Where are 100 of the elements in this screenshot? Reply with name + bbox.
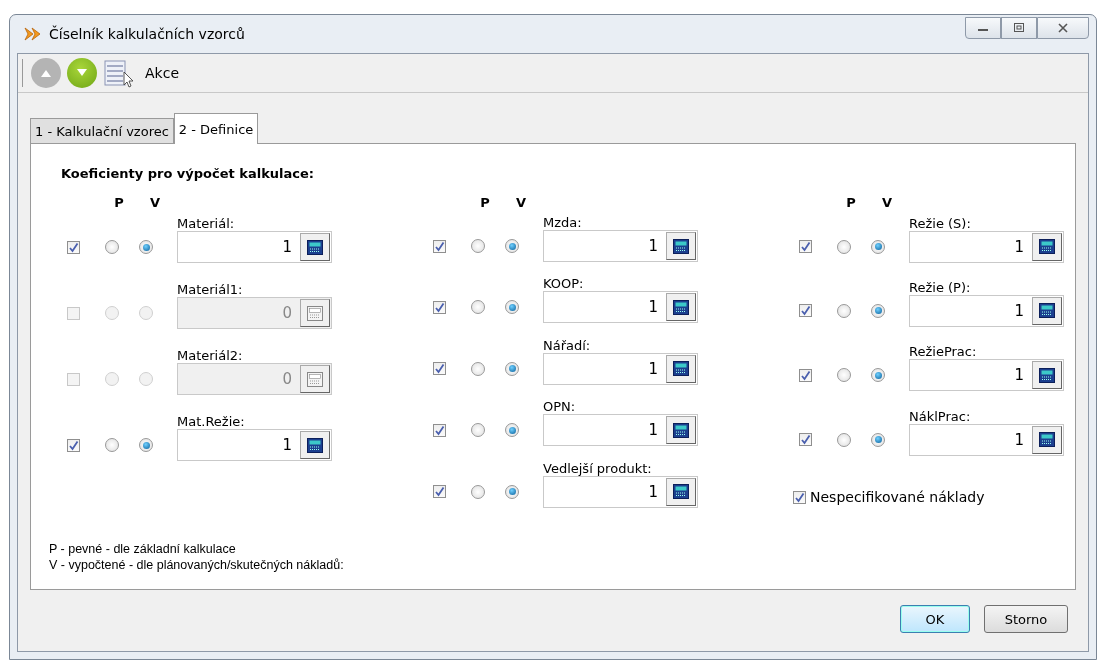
- radio-button[interactable]: [837, 239, 851, 254]
- column-header: V: [514, 195, 528, 210]
- maximize-icon: [1013, 23, 1025, 33]
- legend-text: P - pevné - dle základní kalkulace: [49, 541, 237, 557]
- number-field[interactable]: 1: [177, 231, 332, 263]
- checkbox[interactable]: [799, 368, 812, 382]
- calculator-icon: [1039, 432, 1055, 448]
- checkbox[interactable]: [433, 485, 446, 499]
- number-field[interactable]: 1: [543, 352, 698, 385]
- field-label: Materiál2:: [177, 348, 244, 363]
- field-label: NáklPrac:: [909, 408, 972, 424]
- field-label: Vedlejší produkt:: [543, 460, 653, 476]
- checkbox[interactable]: [433, 362, 446, 376]
- number-field[interactable]: 1: [177, 429, 332, 461]
- field-label: Režie (S):: [909, 215, 972, 231]
- calculator-icon: [1039, 367, 1055, 383]
- radio-button[interactable]: [471, 423, 485, 438]
- radio-button[interactable]: [105, 438, 119, 452]
- checkbox[interactable]: [433, 423, 446, 437]
- legend-text: V - vypočtené - dle plánovaných/skutečných nákladů:: [49, 557, 345, 573]
- calculator-button[interactable]: [666, 477, 696, 506]
- column-header: P: [845, 195, 857, 211]
- calculator-icon: [673, 361, 689, 377]
- radio-button[interactable]: [837, 432, 851, 447]
- calculator-button[interactable]: [666, 232, 696, 260]
- calculator-icon: [307, 305, 323, 321]
- number-field[interactable]: 1: [909, 359, 1064, 392]
- window-title: Číselník kalkulačních vzorců: [49, 26, 245, 42]
- field-label: Režie (P):: [909, 279, 972, 295]
- field-label: Mzda:: [543, 215, 583, 230]
- calculator-button[interactable]: [1032, 361, 1062, 390]
- calculator-icon: [1039, 303, 1055, 319]
- field-label: RežiePrac:: [909, 344, 978, 360]
- calculator-button[interactable]: [1032, 425, 1062, 454]
- calculator-button[interactable]: [300, 431, 330, 459]
- section-title: Koeficienty pro výpočet kalkulace:: [61, 166, 316, 181]
- column-header: V: [880, 195, 894, 211]
- checkbox-label: Nespecifikované náklady: [810, 489, 985, 506]
- field-label: OPN:: [543, 399, 577, 415]
- checkbox[interactable]: [433, 239, 446, 253]
- column-header: P: [113, 195, 125, 211]
- calculator-button[interactable]: [666, 293, 696, 322]
- radio-button[interactable]: [471, 300, 485, 315]
- number-field[interactable]: 1: [543, 475, 698, 508]
- checkbox[interactable]: [799, 304, 812, 318]
- radio-button[interactable]: [837, 303, 851, 318]
- calculator-button[interactable]: [1032, 232, 1062, 261]
- checkbox[interactable]: [799, 240, 812, 254]
- number-field[interactable]: 1: [543, 291, 698, 324]
- checkbox[interactable]: [433, 300, 446, 314]
- field-label: Mat.Režie:: [177, 414, 246, 429]
- field-label: Nářadí:: [543, 337, 592, 353]
- calculator-button[interactable]: [300, 233, 330, 261]
- calculator-icon: [673, 422, 689, 438]
- radio-button[interactable]: [471, 239, 485, 253]
- calculator-icon: [1039, 239, 1055, 255]
- number-field[interactable]: 1: [543, 414, 698, 447]
- radio-button[interactable]: [505, 361, 519, 376]
- radio-button[interactable]: [871, 239, 885, 254]
- calculator-icon: [307, 239, 323, 255]
- field-label: Materiál1:: [177, 282, 244, 297]
- calculator-icon: [673, 484, 689, 500]
- checkbox[interactable]: [67, 240, 80, 254]
- calculator-icon: [307, 371, 323, 387]
- radio-button[interactable]: [139, 240, 153, 254]
- minimize-button[interactable]: [965, 17, 1001, 39]
- number-field[interactable]: 1: [909, 294, 1064, 327]
- calculator-button[interactable]: [666, 354, 696, 383]
- checkbox[interactable]: [793, 490, 806, 504]
- radio-button[interactable]: [505, 239, 519, 253]
- radio-button[interactable]: [505, 423, 519, 438]
- number-field[interactable]: 1: [543, 230, 698, 262]
- radio-button[interactable]: [837, 368, 851, 383]
- column-header: P: [479, 195, 491, 210]
- checkbox[interactable]: [799, 433, 812, 447]
- radio-button[interactable]: [505, 484, 519, 499]
- radio-button[interactable]: [105, 240, 119, 254]
- radio-button[interactable]: [871, 368, 885, 383]
- actions-menu[interactable]: Akce: [143, 63, 181, 83]
- number-field[interactable]: 1: [909, 423, 1064, 456]
- calculator-icon: [673, 238, 689, 254]
- tab[interactable]: 2 - Definice: [173, 113, 259, 144]
- radio-button[interactable]: [505, 300, 519, 315]
- checkbox[interactable]: [67, 438, 80, 452]
- maximize-button[interactable]: [1001, 17, 1037, 39]
- radio-button[interactable]: [471, 361, 485, 376]
- tab[interactable]: 1 - Kalkulační vzorec: [30, 118, 174, 143]
- field-label: Materiál:: [177, 216, 236, 231]
- radio-button[interactable]: [871, 432, 885, 447]
- number-field[interactable]: 1: [909, 230, 1064, 263]
- move-down-button[interactable]: [67, 58, 97, 88]
- calculator-button[interactable]: [666, 416, 696, 445]
- radio-button[interactable]: [139, 438, 153, 452]
- cancel-button[interactable]: Storno: [984, 605, 1068, 633]
- radio-button[interactable]: [871, 303, 885, 318]
- ok-button[interactable]: OK: [900, 605, 970, 633]
- move-up-button[interactable]: [31, 58, 61, 88]
- calculator-button[interactable]: [1032, 296, 1062, 325]
- radio-button[interactable]: [471, 484, 485, 499]
- close-icon: [1057, 23, 1069, 33]
